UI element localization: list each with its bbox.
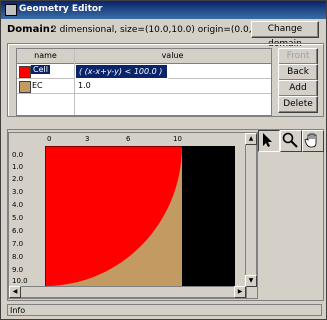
horizontal-scrollbar[interactable]: ◀ ▶	[9, 286, 247, 298]
y-tick: 10.0	[12, 277, 28, 285]
hand-tool-button[interactable]	[302, 130, 324, 152]
y-tick: 2.0	[12, 175, 24, 183]
scroll-left-arrow[interactable]: ◀	[9, 286, 21, 298]
geometry-plot[interactable]	[45, 146, 235, 286]
color-swatch[interactable]	[19, 81, 31, 93]
x-tick: 3	[85, 135, 90, 143]
app-icon	[5, 4, 17, 16]
y-tick: 7.0	[12, 240, 24, 248]
geometry-editor-window: Geometry Editor Domain: 2 dimensional, s…	[0, 0, 327, 320]
delete-button[interactable]: Delete	[278, 96, 318, 113]
y-tick: 4.0	[12, 201, 24, 209]
row-name: Cell	[31, 65, 50, 74]
x-tick: 10	[173, 135, 182, 143]
geometry-canvas-panel: 0 3 6 10 0.0 1.0 2.0 3.0 4.0 5.0 6.0 7.0…	[7, 129, 324, 301]
x-tick: 6	[126, 135, 131, 143]
color-swatch[interactable]	[19, 66, 31, 78]
y-tick: 8.0	[12, 253, 24, 261]
pointer-icon	[263, 133, 272, 147]
y-tick: 6.0	[12, 227, 24, 235]
back-button[interactable]: Back	[278, 64, 318, 81]
vertical-scrollbar[interactable]: ▲ ▼	[245, 133, 257, 287]
row-value[interactable]: ( (x-x+y-y) < 100.0 )	[75, 64, 168, 79]
column-header-name[interactable]: name	[17, 49, 75, 63]
hand-icon	[304, 133, 317, 148]
canvas-viewport: 0 3 6 10 0.0 1.0 2.0 3.0 4.0 5.0 6.0 7.0…	[8, 132, 258, 299]
change-domain-button[interactable]: Change domain	[251, 21, 319, 49]
row-name: EC	[32, 81, 43, 90]
y-tick: 1.0	[12, 163, 24, 171]
features-panel: name value Cell ( (x-x+y-y) < 100.0 ) EC…	[7, 43, 324, 117]
y-tick: 3.0	[12, 188, 24, 196]
zoom-tool-button[interactable]	[280, 130, 302, 152]
table-row[interactable]: EC 1.0	[17, 79, 271, 94]
add-button[interactable]: Add	[278, 80, 318, 97]
x-tick: 0	[47, 135, 52, 143]
zoom-icon	[282, 132, 298, 148]
y-tick: 5.0	[12, 214, 24, 222]
window-title: Geometry Editor	[19, 4, 103, 14]
domain-row: Domain: 2 dimensional, size=(10.0,10.0) …	[7, 21, 322, 49]
column-header-value[interactable]: value	[75, 49, 270, 63]
y-tick: 0.0	[12, 151, 24, 159]
pointer-tool-button[interactable]	[258, 130, 280, 152]
table-row[interactable]: Cell ( (x-x+y-y) < 100.0 )	[17, 64, 271, 79]
front-button[interactable]: Front	[278, 48, 318, 65]
scroll-up-arrow[interactable]: ▲	[245, 133, 257, 145]
y-tick: 9.0	[12, 266, 24, 274]
scroll-right-arrow[interactable]: ▶	[234, 286, 246, 298]
table-header: name value	[17, 49, 271, 64]
status-bar: Info	[7, 304, 322, 316]
feature-table: name value Cell ( (x-x+y-y) < 100.0 ) EC…	[16, 48, 272, 116]
title-bar[interactable]: Geometry Editor	[1, 1, 326, 19]
row-value[interactable]: 1.0	[75, 79, 91, 92]
domain-label: Domain:	[7, 24, 54, 35]
